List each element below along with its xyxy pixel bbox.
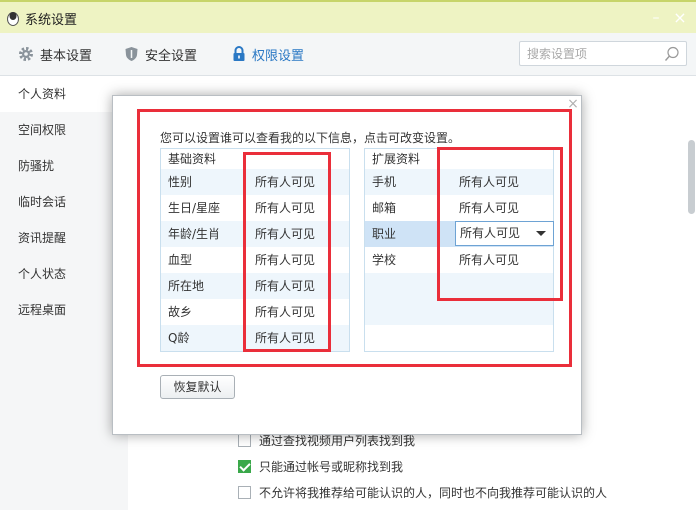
checkbox[interactable]	[238, 434, 251, 447]
search-box[interactable]	[519, 41, 687, 66]
shield-icon	[125, 47, 138, 61]
option-find-by-account-only[interactable]: 只能通过帐号或昵称找到我	[238, 458, 403, 475]
search-icon[interactable]	[664, 46, 680, 62]
restore-default-button[interactable]: 恢复默认	[160, 375, 235, 399]
sidebar-item-temp-chat[interactable]: 临时会话	[0, 184, 128, 220]
lock-icon	[233, 46, 245, 61]
tab-basic-settings[interactable]: 基本设置	[18, 44, 92, 64]
search-input[interactable]	[520, 42, 650, 65]
highlight-box-extended-values	[437, 147, 563, 301]
option-label: 不允许将我推荐给可能认识的人，同时也不向我推荐可能认识的人	[259, 486, 608, 500]
sidebar-item-personal-status[interactable]: 个人状态	[0, 256, 128, 292]
tab-label: 基本设置	[40, 48, 93, 64]
penguin-icon	[7, 12, 19, 26]
sidebar-item-personal-info[interactable]: 个人资料	[0, 76, 128, 112]
tab-label: 权限设置	[252, 48, 305, 64]
highlight-box-basic-values	[243, 152, 331, 352]
gear-icon	[19, 47, 33, 61]
sidebar-item-anti-harassment[interactable]: 防骚扰	[0, 148, 128, 184]
minimize-button[interactable]: –	[646, 8, 666, 28]
checkbox[interactable]	[238, 486, 251, 499]
window-title: 系统设置	[25, 13, 78, 28]
sidebar-item-news-reminder[interactable]: 资讯提醒	[0, 220, 128, 256]
sidebar-item-remote-desktop[interactable]: 远程桌面	[0, 292, 128, 328]
tab-security-settings[interactable]: 安全设置	[124, 44, 197, 64]
sidebar-item-space-permission[interactable]: 空间权限	[0, 112, 128, 148]
close-button[interactable]: ×	[670, 8, 690, 28]
settings-toolbar: 基本设置 安全设置 权限设置	[0, 33, 696, 76]
option-label: 只能通过帐号或昵称找到我	[259, 460, 404, 474]
title-bar: 系统设置 – ×	[0, 0, 696, 33]
scrollbar-thumb[interactable]	[688, 140, 695, 214]
tab-label: 安全设置	[145, 48, 198, 64]
checkbox-checked[interactable]	[238, 460, 251, 473]
tab-permission-settings[interactable]: 权限设置	[232, 44, 304, 64]
settings-sidebar: 个人资料 空间权限 防骚扰 临时会话 资讯提醒 个人状态 远程桌面	[0, 76, 128, 510]
option-no-recommendation[interactable]: 不允许将我推荐给可能认识的人，同时也不向我推荐可能认识的人	[238, 484, 607, 501]
